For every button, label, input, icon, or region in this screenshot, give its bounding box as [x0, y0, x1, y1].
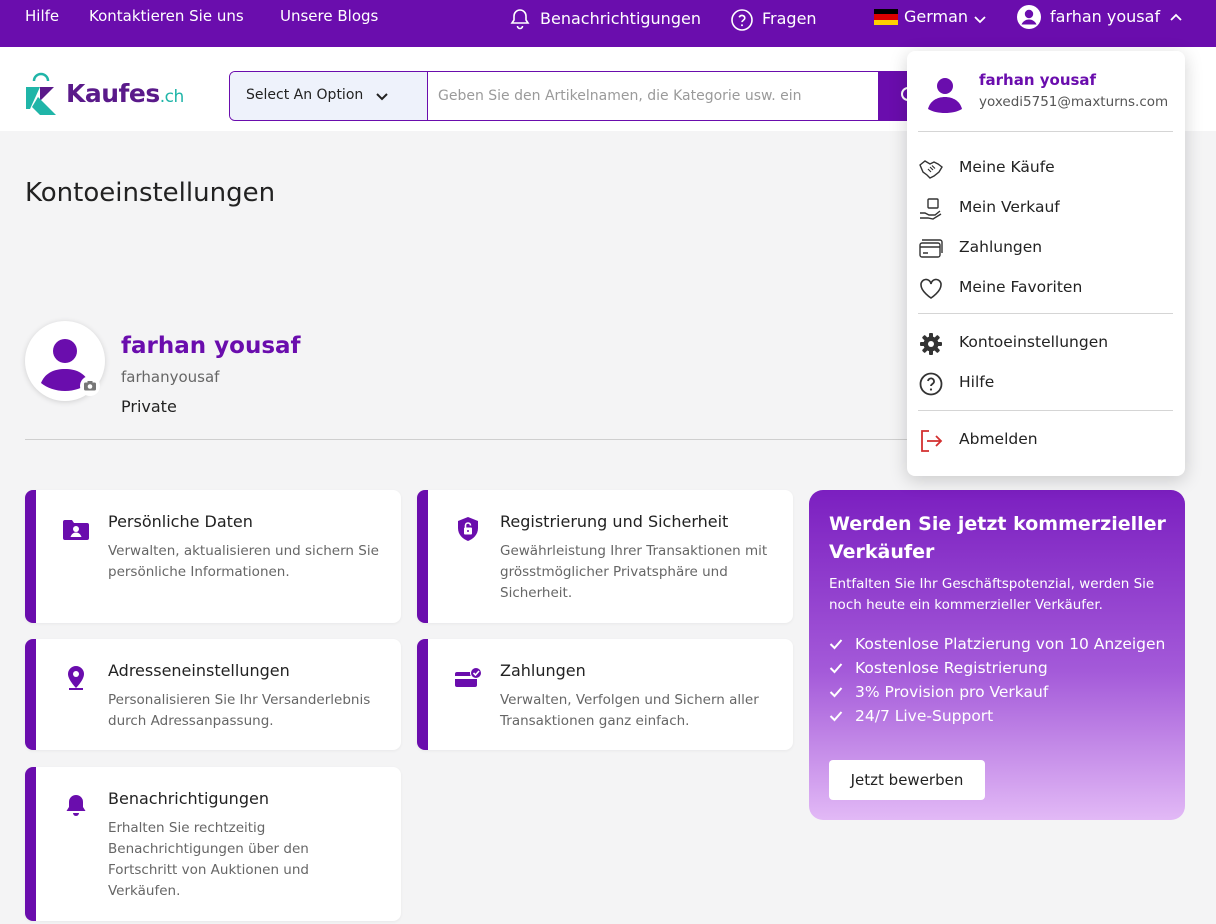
menu-item-label: Mein Verkauf	[959, 198, 1060, 216]
menu-item-favorites[interactable]: Meine Favoriten	[918, 272, 1173, 304]
logo-bag-icon	[26, 72, 56, 115]
card-personal-data[interactable]: Persönliche Daten Verwalten, aktualisier…	[25, 490, 401, 623]
blogs-link[interactable]: Unsere Blogs	[280, 7, 378, 25]
promo-description: Entfalten Sie Ihr Geschäftspotenzial, we…	[829, 576, 1155, 613]
promo-title: Werden Sie jetzt kommerzieller Verkäufer	[829, 513, 1166, 563]
card-description: Verwalten, aktualisieren und sichern Sie…	[108, 543, 379, 580]
card-title: Zahlungen	[500, 661, 586, 680]
help-link[interactable]: Hilfe	[25, 7, 59, 25]
search-bar: Select An Option	[229, 71, 919, 121]
bell-icon	[66, 795, 86, 816]
logout-icon	[921, 430, 943, 452]
check-icon	[829, 639, 843, 650]
card-title: Registrierung und Sicherheit	[500, 512, 729, 531]
personal-data-icon	[63, 520, 89, 540]
menu-item-label: Meine Käufe	[959, 158, 1055, 176]
promo-benefit: 24/7 Live-Support	[829, 704, 1174, 728]
menu-item-help[interactable]: Hilfe	[918, 367, 1173, 399]
menu-item-label: Meine Favoriten	[959, 278, 1083, 296]
card-title: Benachrichtigungen	[108, 789, 269, 808]
card-title: Adresseneinstellungen	[108, 661, 290, 680]
sale-hand-icon	[920, 198, 942, 220]
promo-benefit-text: Kostenlose Platzierung von 10 Anzeigen	[855, 635, 1166, 653]
promo-benefits-list: Kostenlose Platzierung von 10 Anzeigen K…	[829, 632, 1174, 728]
logo-tld: .ch	[159, 87, 185, 107]
category-select[interactable]: Select An Option	[230, 72, 428, 120]
profile-username: farhanyousaf	[121, 368, 220, 386]
profile-name: farhan yousaf	[121, 333, 301, 359]
card-description: Gewährleistung Ihrer Transaktionen mit g…	[500, 543, 768, 601]
apply-now-button[interactable]: Jetzt bewerben	[829, 760, 985, 800]
promo-benefit: Kostenlose Platzierung von 10 Anzeigen	[829, 632, 1174, 656]
profile-divider	[25, 439, 955, 440]
menu-item-label: Kontoeinstellungen	[959, 333, 1109, 351]
menu-item-logout[interactable]: Abmelden	[918, 424, 1173, 456]
user-avatar-icon[interactable]	[1016, 4, 1042, 30]
profile-account-type: Private	[121, 397, 177, 416]
question-icon	[919, 372, 943, 396]
promo-benefit: Kostenlose Registrierung	[829, 656, 1174, 680]
questions-link[interactable]: Fragen	[762, 9, 817, 28]
notifications-link[interactable]: Benachrichtigungen	[540, 9, 701, 28]
question-icon[interactable]	[730, 8, 754, 32]
menu-item-payments[interactable]: Zahlungen	[918, 232, 1173, 264]
menu-divider	[918, 410, 1173, 411]
menu-item-account-settings[interactable]: Kontoeinstellungen	[918, 327, 1173, 359]
logo-text: Kaufes	[66, 79, 160, 108]
menu-divider	[918, 313, 1173, 314]
menu-item-label: Hilfe	[959, 373, 995, 391]
check-icon	[829, 663, 843, 674]
top-bar: Hilfe Kontaktieren Sie uns Unsere Blogs …	[0, 0, 1216, 47]
menu-item-label: Abmelden	[959, 430, 1038, 448]
card-payments[interactable]: Zahlungen Verwalten, Verfolgen und Siche…	[417, 639, 793, 750]
menu-item-purchases[interactable]: Meine Käufe	[918, 152, 1173, 184]
user-menu-toggle[interactable]: farhan yousaf	[1050, 7, 1160, 26]
card-description: Erhalten Sie rechtzeitig Benachrichtigun…	[108, 820, 309, 899]
search-input[interactable]	[430, 72, 878, 120]
german-flag-icon	[874, 9, 898, 25]
security-lock-icon	[458, 517, 478, 541]
bell-icon[interactable]	[508, 7, 532, 31]
camera-icon[interactable]	[80, 376, 100, 396]
user-dropdown-menu: farhan yousaf yoxedi5751@maxturns.com Me…	[907, 51, 1185, 476]
card-registration-security[interactable]: Registrierung und Sicherheit Gewährleist…	[417, 490, 793, 623]
category-select-label: Select An Option	[246, 87, 364, 103]
card-address-settings[interactable]: Adresseneinstellungen Personalisieren Si…	[25, 639, 401, 750]
card-notifications[interactable]: Benachrichtigungen Erhalten Sie rechtzei…	[25, 767, 401, 921]
handshake-icon	[919, 160, 943, 179]
menu-item-label: Zahlungen	[959, 238, 1043, 256]
promo-benefit: 3% Provision pro Verkauf	[829, 680, 1174, 704]
card-description: Personalisieren Sie Ihr Versanderlebnis …	[108, 692, 371, 729]
chevron-down-icon[interactable]	[972, 11, 988, 27]
card-description: Verwalten, Verfolgen und Sichern aller T…	[500, 692, 759, 729]
commercial-seller-promo: Werden Sie jetzt kommerzieller Verkäufer…	[809, 490, 1185, 820]
check-icon	[829, 711, 843, 722]
kaufes-logo[interactable]: Kaufes.ch	[24, 71, 194, 117]
card-title: Persönliche Daten	[108, 512, 253, 531]
location-pin-icon	[68, 666, 84, 690]
heart-icon	[920, 278, 942, 299]
chevron-up-icon[interactable]	[1168, 9, 1184, 25]
menu-item-sales[interactable]: Mein Verkauf	[918, 192, 1173, 224]
language-select[interactable]: German	[904, 7, 968, 26]
menu-divider	[918, 131, 1173, 132]
promo-benefit-text: Kostenlose Registrierung	[855, 659, 1048, 677]
payment-card-icon	[455, 667, 482, 687]
promo-benefit-text: 3% Provision pro Verkauf	[855, 683, 1049, 701]
card-icon	[919, 239, 943, 258]
gear-icon	[920, 333, 942, 355]
menu-user-name: farhan yousaf	[979, 71, 1097, 89]
page-title: Kontoeinstellungen	[25, 178, 276, 208]
contact-link[interactable]: Kontaktieren Sie uns	[89, 7, 244, 25]
check-icon	[829, 687, 843, 698]
menu-user-email: yoxedi5751@maxturns.com	[979, 94, 1169, 110]
chevron-down-icon	[376, 93, 388, 101]
promo-benefit-text: 24/7 Live-Support	[855, 707, 994, 725]
user-silhouette-icon	[928, 78, 962, 113]
